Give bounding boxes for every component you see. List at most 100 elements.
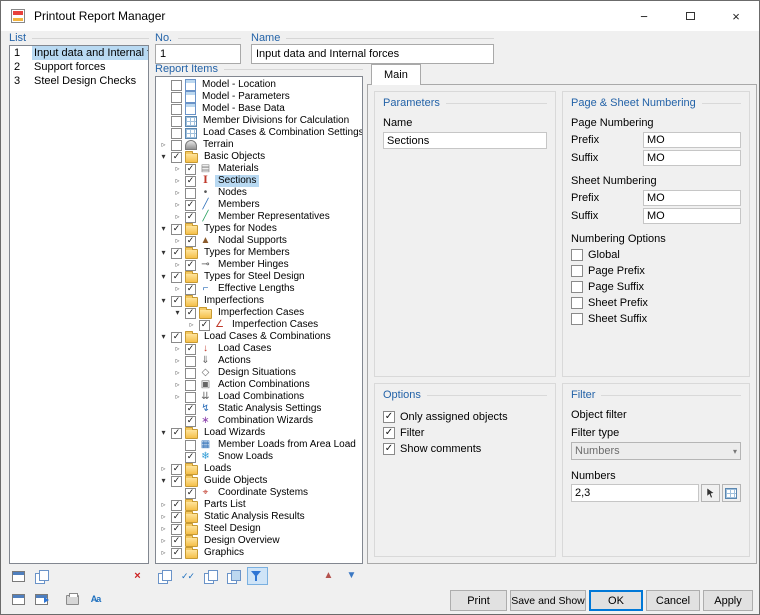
checkbox-checked[interactable]: ✓ — [383, 443, 395, 455]
check-subitems-button[interactable]: ✓✓ — [178, 567, 199, 585]
checkbox-checked[interactable]: ✓ — [171, 499, 182, 511]
filter-type-select[interactable]: Numbers ▾ — [571, 442, 741, 460]
tree-item[interactable]: ▾ ✓ Load Wizards — [156, 427, 362, 439]
tree-item[interactable]: ▾ ✓ Types for Nodes — [156, 223, 362, 235]
title-bar[interactable]: Printout Report Manager − × — [1, 1, 759, 31]
tree-item[interactable]: Model - Base Data — [156, 103, 362, 115]
expand-icon[interactable]: ▹ — [172, 259, 183, 271]
tree-item[interactable]: ▹ ⇓ Actions — [156, 355, 362, 367]
ok-button[interactable]: OK — [589, 590, 643, 611]
tree-item[interactable]: Model - Location — [156, 79, 362, 91]
list-item[interactable]: 1 Input data and Internal forces — [10, 46, 148, 60]
list-item[interactable]: 3 Steel Design Checks — [10, 74, 148, 88]
expand-icon[interactable]: ▹ — [172, 391, 183, 403]
tree-item[interactable]: ▾ ✓ Types for Members — [156, 247, 362, 259]
delete-report-button[interactable]: × — [128, 567, 149, 585]
checkbox-checked[interactable]: ✓ — [171, 295, 182, 307]
expand-icon[interactable]: ▹ — [158, 139, 169, 151]
tree-item[interactable]: ▹ ✓ ∠ Imperfection Cases — [156, 319, 362, 331]
checkbox-checked[interactable]: ✓ — [171, 463, 182, 475]
tree-item[interactable]: ▹ ✓ ↓ Load Cases — [156, 343, 362, 355]
tree-item[interactable]: Model - Parameters — [156, 91, 362, 103]
tree-item[interactable]: ▹ ✓ Static Analysis Results — [156, 511, 362, 523]
checkbox-checked[interactable]: ✓ — [185, 163, 196, 175]
checkbox-option[interactable]: ✓ Show comments — [383, 441, 547, 457]
expand-icon[interactable]: ▹ — [158, 463, 169, 475]
expand-icon[interactable]: ▹ — [172, 187, 183, 199]
expand-icon[interactable]: ▹ — [172, 343, 183, 355]
checkbox-checked[interactable]: ✓ — [171, 523, 182, 535]
collapse-icon[interactable]: ▾ — [158, 295, 169, 307]
checkbox-checked[interactable]: ✓ — [185, 211, 196, 223]
report-items-tree[interactable]: Model - Location Model - Parameters Model … — [155, 76, 363, 564]
move-up-button[interactable]: ▲ — [319, 567, 340, 585]
tree-item[interactable]: ▹ ✓ Loads — [156, 463, 362, 475]
checkbox-option[interactable]: ✓ Filter — [383, 425, 547, 441]
filter-display-button[interactable] — [247, 567, 268, 585]
printer-setup-button[interactable] — [63, 590, 84, 608]
checkbox-checked[interactable]: ✓ — [171, 151, 182, 163]
tree-item[interactable]: ▾ ✓ Guide Objects — [156, 475, 362, 487]
checkbox-checked[interactable]: ✓ — [185, 259, 196, 271]
cancel-button[interactable]: Cancel — [646, 590, 700, 611]
tree-item[interactable]: Load Cases & Combination Settings — [156, 127, 362, 139]
tree-item[interactable]: ▹ ✓ Graphics — [156, 547, 362, 559]
tree-item[interactable]: ✓ ∗ Combination Wizards — [156, 415, 362, 427]
checkbox-unchecked[interactable] — [185, 355, 196, 367]
checkbox-checked[interactable]: ✓ — [171, 223, 182, 235]
expand-icon[interactable]: ▹ — [172, 367, 183, 379]
pick-objects-button[interactable] — [701, 484, 720, 502]
checkbox-unchecked[interactable] — [171, 91, 182, 103]
expand-icon[interactable]: ▹ — [158, 511, 169, 523]
tree-item[interactable]: ▾ ✓ Basic Objects — [156, 151, 362, 163]
copy-report-button[interactable] — [32, 567, 53, 585]
expand-icon[interactable]: ▹ — [158, 535, 169, 547]
expand-icon[interactable]: ▹ — [172, 211, 183, 223]
checkbox-unchecked[interactable] — [185, 391, 196, 403]
tree-item[interactable]: ▹ ✓ I Sections — [156, 175, 362, 187]
expand-icon[interactable]: ▹ — [158, 523, 169, 535]
tree-item[interactable]: ▹ ▣ Action Combinations — [156, 379, 362, 391]
tree-item[interactable]: ▾ ✓ Load Cases & Combinations — [156, 331, 362, 343]
checkbox-checked[interactable]: ✓ — [185, 487, 196, 499]
minimize-button[interactable]: − — [621, 1, 667, 31]
checkbox-checked[interactable]: ✓ — [185, 451, 196, 463]
expand-icon[interactable]: ▹ — [186, 319, 197, 331]
tree-item[interactable]: ▹ ⇊ Load Combinations — [156, 391, 362, 403]
tree-item[interactable]: ✓ ↯ Static Analysis Settings — [156, 403, 362, 415]
checkbox-option[interactable]: Sheet Suffix — [571, 311, 741, 327]
tree-item[interactable]: ▹ ✓ ▲ Nodal Supports — [156, 235, 362, 247]
checkbox-checked[interactable]: ✓ — [171, 511, 182, 523]
expand-icon[interactable]: ▹ — [158, 547, 169, 559]
numbers-field[interactable]: 2,3 — [571, 484, 699, 502]
checkbox-checked[interactable]: ✓ — [171, 535, 182, 547]
copy-item-button[interactable] — [201, 567, 222, 585]
collapse-icon[interactable]: ▾ — [158, 331, 169, 343]
collapse-icon[interactable]: ▾ — [158, 151, 169, 163]
tree-item[interactable]: ✓ ❄ Snow Loads — [156, 451, 362, 463]
print-button[interactable]: Print — [450, 590, 507, 611]
move-down-button[interactable]: ▼ — [342, 567, 363, 585]
object-list-button[interactable] — [722, 484, 741, 502]
report-header-settings-button[interactable] — [9, 590, 30, 608]
checkbox-checked[interactable]: ✓ — [185, 235, 196, 247]
expand-icon[interactable]: ▹ — [172, 283, 183, 295]
page-suffix-field[interactable]: MO — [643, 150, 741, 166]
save-and-show-button[interactable]: Save and Show — [510, 590, 586, 611]
cascade-items-button[interactable] — [155, 567, 176, 585]
tree-item[interactable]: ▹ ◇ Design Situations — [156, 367, 362, 379]
checkbox-checked[interactable]: ✓ — [171, 331, 182, 343]
expand-icon[interactable]: ▹ — [172, 175, 183, 187]
checkbox-unchecked[interactable] — [571, 265, 583, 277]
tree-item[interactable]: ▹ ✓ Steel Design — [156, 523, 362, 535]
tree-item[interactable]: ▹ ✓ ⌐ Effective Lengths — [156, 283, 362, 295]
checkbox-unchecked[interactable] — [171, 115, 182, 127]
checkbox-unchecked[interactable] — [571, 249, 583, 261]
collapse-icon[interactable]: ▾ — [172, 307, 183, 319]
sheet-suffix-field[interactable]: MO — [643, 208, 741, 224]
checkbox-checked[interactable]: ✓ — [383, 427, 395, 439]
checkbox-option[interactable]: Page Prefix — [571, 263, 741, 279]
checkbox-unchecked[interactable] — [185, 367, 196, 379]
tree-item[interactable]: Member Divisions for Calculation — [156, 115, 362, 127]
tree-item[interactable]: ▹ ✓ ╱ Member Representatives — [156, 211, 362, 223]
